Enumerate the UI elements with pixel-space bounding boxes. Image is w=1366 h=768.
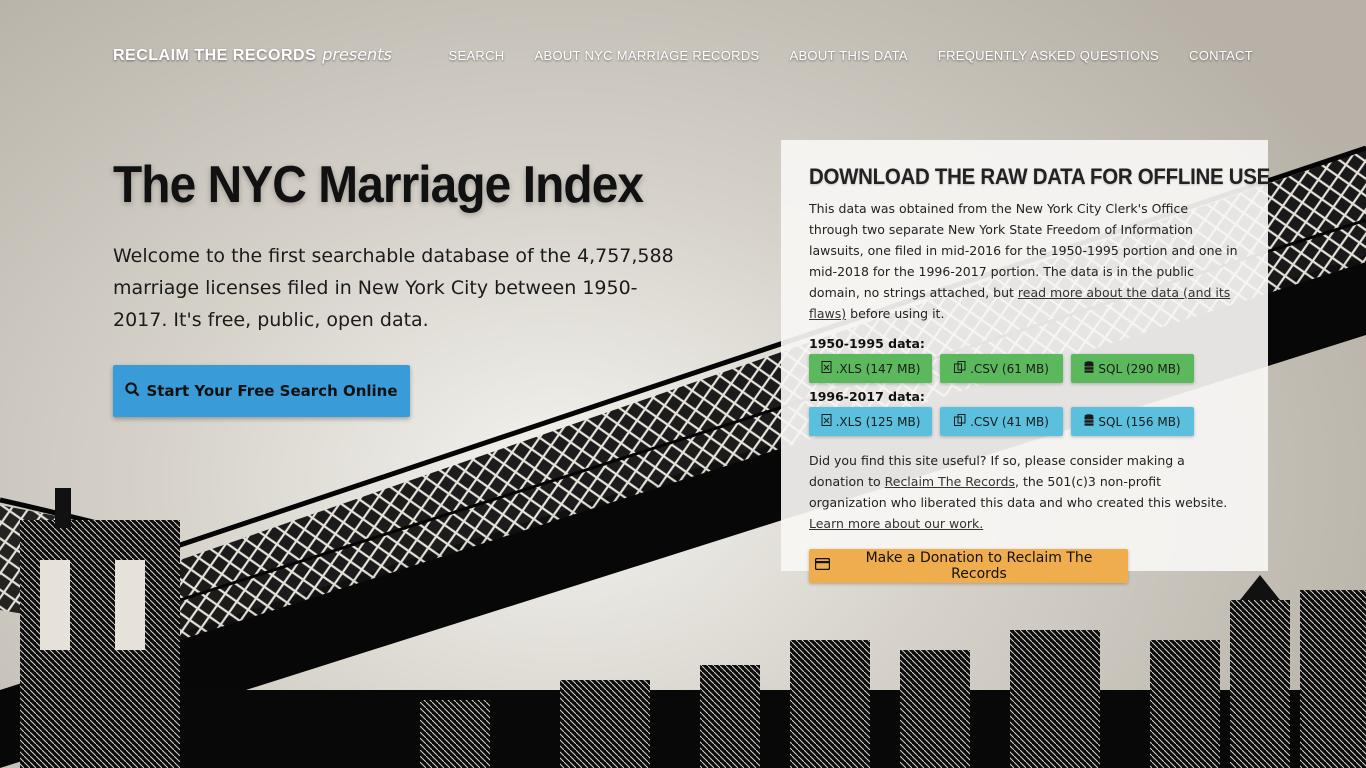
donate-button-label: Make a Donation to Reclaim The Records [865,550,1093,582]
download-csv-1996-2017-label: .CSV (41 MB) [970,414,1049,429]
download-xls-1996-2017-button[interactable]: .XLS (125 MB) [809,407,932,436]
copy-icon [954,361,966,376]
download-buttons-1950-1995: .XLS (147 MB) .CSV (61 MB) SQL (290 MB) [809,354,1240,383]
database-icon [1084,414,1094,429]
file-excel-icon [821,361,832,376]
download-sql-1996-2017-button[interactable]: SQL (156 MB) [1071,407,1194,436]
download-buttons-1996-2017: .XLS (125 MB) .CSV (41 MB) SQL (156 MB) [809,407,1240,436]
download-sql-1996-2017-label: SQL (156 MB) [1098,414,1181,429]
brand-name: RECLAIM THE RECORDS [113,47,317,64]
copy-icon [954,414,966,429]
download-intro-after: before using it. [850,306,945,321]
download-csv-1996-2017-button[interactable]: .CSV (41 MB) [940,407,1063,436]
start-search-label: Start Your Free Search Online [146,382,398,400]
donation-text: Did you find this site useful? If so, pl… [809,450,1240,534]
download-heading: DOWNLOAD THE RAW DATA FOR OFFLINE USE [809,164,1270,189]
download-xls-1950-1995-button[interactable]: .XLS (147 MB) [809,354,932,383]
page-title: The NYC Marriage Index [113,156,644,214]
group-label-1950-1995: 1950-1995 data: [809,336,925,351]
download-xls-1950-1995-label: .XLS (147 MB) [835,361,921,376]
download-csv-1950-1995-label: .CSV (61 MB) [970,361,1049,376]
download-panel: DOWNLOAD THE RAW DATA FOR OFFLINE USE Th… [781,140,1270,583]
learn-more-link[interactable]: Learn more about our work. [809,516,983,531]
search-icon [125,381,140,401]
donate-button[interactable]: Make a Donation to Reclaim The Records [809,549,1128,583]
brand-presents: presents [322,45,392,64]
nav-faq[interactable]: FREQUENTLY ASKED QUESTIONS [938,48,1159,63]
download-intro: This data was obtained from the New York… [809,198,1240,324]
download-xls-1996-2017-label: .XLS (125 MB) [835,414,921,429]
download-sql-1950-1995-label: SQL (290 MB) [1098,361,1181,376]
download-sql-1950-1995-button[interactable]: SQL (290 MB) [1071,354,1194,383]
main-nav: SEARCH ABOUT NYC MARRIAGE RECORDS ABOUT … [449,48,1253,63]
nav-about-nyc-marriage-records[interactable]: ABOUT NYC MARRIAGE RECORDS [535,48,760,63]
file-excel-icon [821,414,832,429]
database-icon [1084,361,1094,376]
reclaim-the-records-link[interactable]: Reclaim The Records [885,474,1015,489]
credit-card-icon [814,557,831,574]
site-brand[interactable]: RECLAIM THE RECORDS presents [113,45,392,65]
download-csv-1950-1995-button[interactable]: .CSV (61 MB) [940,354,1063,383]
group-label-1996-2017: 1996-2017 data: [809,389,925,404]
nav-contact[interactable]: CONTACT [1189,48,1253,63]
nav-search[interactable]: SEARCH [449,48,505,63]
nav-about-this-data[interactable]: ABOUT THIS DATA [789,48,907,63]
start-search-button[interactable]: Start Your Free Search Online [113,365,410,417]
hero-description: Welcome to the first searchable database… [113,245,674,331]
